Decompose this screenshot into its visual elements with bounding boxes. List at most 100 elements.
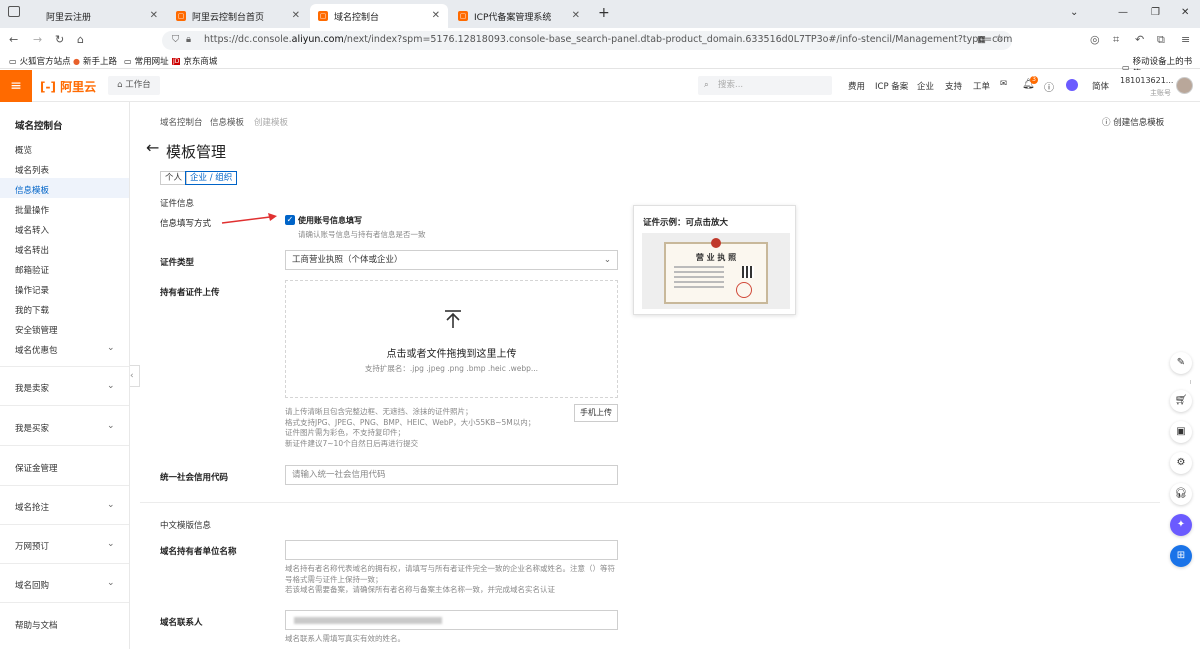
- sidebar-item-transfer-out[interactable]: 域名转出: [15, 244, 49, 256]
- restore-icon[interactable]: ❐: [1151, 7, 1160, 18]
- undo-icon[interactable]: ↶: [1135, 33, 1144, 46]
- extensions-icon[interactable]: ⧉: [1157, 33, 1165, 47]
- browser-tab-active[interactable]: ▢ 域名控制台 ✕: [310, 4, 448, 28]
- close-tab-icon[interactable]: ✕: [150, 10, 158, 21]
- nav-link-enterprise[interactable]: 企业: [917, 80, 934, 92]
- hamburger-menu-icon[interactable]: ≡: [0, 70, 32, 102]
- nav-link-ticket[interactable]: 工单: [973, 80, 990, 92]
- license-thumbnail[interactable]: 营 业 执 照: [642, 233, 790, 309]
- apps-icon[interactable]: ⊞: [1170, 545, 1192, 567]
- use-account-checkbox[interactable]: ✓: [285, 215, 295, 225]
- chevron-down-icon[interactable]: ⌄: [107, 343, 115, 353]
- edit-icon[interactable]: ✎: [1170, 352, 1192, 374]
- close-window-icon[interactable]: ✕: [1181, 7, 1189, 18]
- qr-code-icon[interactable]: ▦: [977, 34, 986, 45]
- sidebar-collapse-icon[interactable]: ‹: [130, 365, 140, 387]
- help-icon[interactable]: ⓘ: [1044, 79, 1054, 94]
- sidebar-item-discount-pack[interactable]: 域名优惠包: [15, 344, 58, 356]
- credit-code-input[interactable]: 请输入统一社会信用代码: [285, 465, 618, 485]
- tab-personal[interactable]: 个人: [160, 171, 188, 185]
- cart-icon[interactable]: 🛒︎: [1170, 390, 1192, 412]
- sidebar-item-domain-list[interactable]: 域名列表: [15, 164, 49, 176]
- browser-tab[interactable]: ▢ ICP代备案管理系统 ✕: [450, 4, 588, 28]
- upload-dropzone[interactable]: 点击或者文件拖拽到这里上传 支持扩展名：.jpg .jpeg .png .bmp…: [285, 280, 618, 398]
- tab-list-chevron-icon[interactable]: ⌄: [1070, 7, 1078, 18]
- clipboard-icon[interactable]: ▣: [1170, 421, 1192, 443]
- tab-overview-icon[interactable]: [8, 6, 20, 17]
- owner-name-input[interactable]: [285, 540, 618, 560]
- chevron-down-icon[interactable]: ⌄: [107, 500, 115, 510]
- sidebar-group-reserve[interactable]: 万网预订: [15, 540, 49, 552]
- bookmark-item[interactable]: ● 新手上路: [73, 55, 117, 68]
- nav-link-fees[interactable]: 费用: [848, 80, 865, 92]
- bookmark-item[interactable]: ▭ 常用网址: [124, 55, 169, 68]
- workbench-button[interactable]: ⌂ 工作台: [108, 76, 160, 95]
- ai-assistant-icon[interactable]: ✦: [1170, 514, 1192, 536]
- language-switch[interactable]: 简体: [1092, 80, 1109, 92]
- close-tab-icon[interactable]: ✕: [292, 10, 300, 21]
- sidebar-item-batch[interactable]: 批量操作: [15, 204, 49, 216]
- address-bar[interactable]: ⛉ 🔒︎ https://dc.console.aliyun.com/next/…: [162, 31, 1012, 50]
- menu-icon[interactable]: ≡: [1181, 33, 1190, 46]
- chevron-down-icon[interactable]: ⌄: [107, 421, 115, 431]
- cert-type-label: 证件类型: [160, 258, 195, 268]
- bookmark-item[interactable]: ▭ 火狐官方站点: [9, 55, 71, 68]
- browser-tab[interactable]: 阿里云注册 ✕: [38, 4, 166, 28]
- message-icon[interactable]: ✉: [1000, 79, 1007, 89]
- minimize-icon[interactable]: —: [1118, 7, 1128, 18]
- sidebar-group-deposit[interactable]: 保证金管理: [15, 462, 58, 474]
- bookmark-star-icon[interactable]: ☆: [995, 33, 1004, 44]
- contact-input[interactable]: [285, 610, 618, 630]
- chevron-down-icon[interactable]: ⌄: [107, 381, 115, 391]
- back-arrow-icon[interactable]: ←: [9, 33, 18, 46]
- owner-hints: 域名持有者名称代表域名的拥有权，请填写与所有者证件完全一致的企业名称或姓名。注意…: [285, 564, 615, 596]
- url-prefix: https://dc.console.: [204, 34, 292, 45]
- owner-hint-line: 号格式需与证件上保持一致；: [285, 574, 383, 584]
- ai-assistant-icon[interactable]: [1066, 79, 1078, 91]
- sidebar-item-info-template[interactable]: 信息模板: [15, 184, 49, 196]
- gear-icon[interactable]: ⚙: [1170, 452, 1192, 474]
- console-search-input[interactable]: ⌕ 搜索...: [698, 76, 832, 95]
- bookmark-item[interactable]: JD 京东商城: [172, 55, 217, 67]
- sidebar-group-snatch[interactable]: 域名抢注: [15, 501, 49, 513]
- firefox-icon: ●: [73, 56, 80, 66]
- close-tab-icon[interactable]: ✕: [572, 10, 580, 21]
- close-tab-icon[interactable]: ✕: [432, 10, 440, 21]
- chevron-down-icon[interactable]: ⌄: [107, 578, 115, 588]
- upload-extensions: 支持扩展名：.jpg .jpeg .png .bmp .heic .webp..…: [364, 364, 539, 373]
- reload-icon[interactable]: ↻: [55, 33, 64, 46]
- use-account-label[interactable]: 使用账号信息填写: [298, 215, 362, 226]
- sidebar-item-transfer-in[interactable]: 域名转入: [15, 224, 49, 236]
- sidebar-item-logs[interactable]: 操作记录: [15, 284, 49, 296]
- sidebar-group-help[interactable]: 帮助与文档: [15, 619, 58, 631]
- sidebar-group-buyback[interactable]: 域名回购: [15, 579, 49, 591]
- account-type: 主账号: [1150, 89, 1171, 97]
- create-template-link[interactable]: ⓘ 创建信息模板: [1102, 116, 1164, 128]
- new-tab-button[interactable]: +: [598, 5, 610, 21]
- crop-icon[interactable]: ⌗: [1113, 33, 1119, 47]
- forward-arrow-icon[interactable]: →: [33, 33, 42, 46]
- headset-icon[interactable]: 🎧︎: [1170, 483, 1192, 505]
- tab-company[interactable]: 企业 / 组织: [185, 171, 238, 185]
- sidebar-item-security-lock[interactable]: 安全锁管理: [15, 324, 58, 336]
- chevron-down-icon[interactable]: ⌄: [107, 539, 115, 549]
- nav-link-icp[interactable]: ICP 备案: [875, 80, 908, 92]
- breadcrumb-item[interactable]: 域名控制台: [160, 116, 203, 128]
- back-arrow-icon[interactable]: ←: [146, 138, 159, 157]
- cert-type-select[interactable]: 工商营业执照（个体或企业） ⌄: [285, 250, 618, 270]
- browser-tab[interactable]: ▢ 阿里云控制台首页 ✕: [168, 4, 308, 28]
- cert-example-popover[interactable]: 证件示例：可点击放大 营 业 执 照: [633, 205, 796, 315]
- sidebar-item-email-verify[interactable]: 邮箱验证: [15, 264, 49, 276]
- sidebar-item-overview[interactable]: 概览: [15, 144, 32, 156]
- home-icon[interactable]: ⌂: [77, 33, 84, 46]
- sidebar-item-downloads[interactable]: 我的下载: [15, 304, 49, 316]
- sidebar-group-buyer[interactable]: 我是买家: [15, 422, 49, 434]
- account-name[interactable]: 181013621...: [1120, 76, 1173, 85]
- mobile-upload-button[interactable]: 手机上传: [574, 404, 618, 422]
- nav-link-support[interactable]: 支持: [945, 80, 962, 92]
- breadcrumb-item[interactable]: 信息模板: [210, 116, 244, 128]
- avatar[interactable]: [1176, 77, 1193, 94]
- pocket-icon[interactable]: ◎: [1090, 33, 1100, 46]
- aliyun-logo[interactable]: [-] 阿里云: [40, 78, 96, 95]
- sidebar-group-seller[interactable]: 我是卖家: [15, 382, 49, 394]
